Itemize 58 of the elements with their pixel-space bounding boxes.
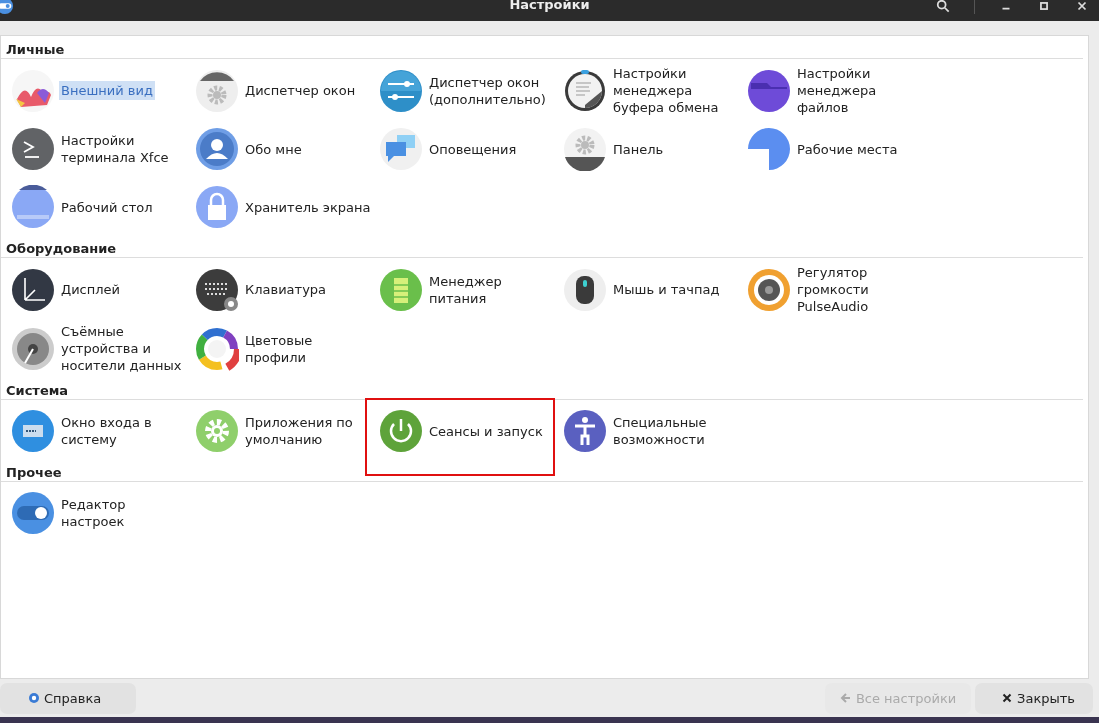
settings-item[interactable]: Сеансы и запуск — [427, 421, 545, 441]
left-arrow-icon — [839, 692, 852, 704]
settings-item[interactable]: Приложения по умолчанию — [243, 413, 377, 449]
keyboard-icon[interactable] — [195, 267, 239, 312]
window-gear-icon[interactable] — [195, 68, 239, 113]
folder-icon[interactable] — [747, 68, 791, 113]
window-title: Настройки — [509, 0, 590, 12]
settings-item[interactable]: Настройки терминала Xfce — [59, 131, 193, 167]
speaker-icon[interactable] — [747, 267, 791, 312]
settings-item[interactable]: Диспетчер окон (дополнительно) — [427, 72, 561, 109]
settings-item[interactable]: Съёмные устройства и носители данных — [59, 322, 193, 375]
settings-item[interactable]: Рабочий стол — [59, 197, 155, 217]
clipboard-icon[interactable] — [563, 68, 607, 113]
maximize-icon[interactable] — [1037, 0, 1051, 13]
mouse-icon[interactable] — [563, 267, 607, 312]
display-icon[interactable] — [11, 267, 55, 312]
settings-item[interactable]: Панель — [611, 139, 666, 159]
color-wheel-icon[interactable] — [195, 326, 239, 371]
palette-icon[interactable] — [11, 68, 55, 113]
settings-item[interactable]: Настройки менеджера файлов — [795, 64, 929, 117]
settings-item[interactable]: Редактор настроек — [59, 495, 193, 531]
section-heading: Оборудование — [1, 239, 1083, 258]
settings-item[interactable]: Окно входа в систему — [59, 413, 193, 449]
help-button[interactable]: Справка — [0, 682, 136, 714]
settings-item[interactable]: Диспетчер окон — [243, 81, 358, 100]
login-window-icon[interactable] — [11, 409, 55, 453]
settings-item[interactable]: Дисплей — [59, 280, 122, 299]
lifebuoy-icon — [28, 692, 40, 704]
power-icon[interactable] — [379, 409, 423, 453]
close-icon[interactable] — [1075, 0, 1089, 13]
gear-icon[interactable] — [563, 127, 607, 171]
settings-item[interactable]: Настройки менеджера буфера обмена — [611, 64, 745, 117]
settings-item[interactable]: Специальные возможности — [611, 413, 745, 449]
settings-item[interactable]: Рабочие места — [795, 139, 900, 159]
section-heading: Прочее — [1, 463, 1083, 482]
person-icon[interactable] — [195, 127, 239, 171]
settings-item[interactable]: Менеджер питания — [427, 271, 561, 308]
settings-item[interactable]: Внешний вид — [59, 81, 155, 100]
close-icon — [1001, 692, 1014, 704]
settings-item[interactable]: Цветовые профили — [243, 330, 377, 367]
sliders-icon[interactable] — [379, 68, 423, 113]
chat-bubbles-icon[interactable] — [379, 127, 423, 171]
settings-item[interactable]: Регулятор громкости PulseAudio — [795, 263, 929, 316]
section-heading: Система — [1, 381, 1083, 400]
desktop-icon[interactable] — [11, 185, 55, 229]
close-button[interactable]: Закрыть — [975, 682, 1093, 714]
settings-item[interactable]: Оповещения — [427, 139, 519, 159]
workspaces-icon[interactable] — [747, 127, 791, 171]
toggle-icon[interactable] — [11, 491, 55, 535]
settings-item[interactable]: Хранитель экрана — [243, 197, 373, 217]
section-heading: Личные — [1, 40, 1083, 59]
settings-item[interactable]: Мышь и тачпад — [611, 280, 722, 299]
terminal-icon[interactable] — [11, 127, 55, 171]
settings-item[interactable]: Клавиатура — [243, 280, 329, 299]
accessibility-icon[interactable] — [563, 409, 607, 453]
disk-icon[interactable] — [11, 326, 55, 371]
settings-item[interactable]: Обо мне — [243, 139, 304, 159]
search-icon[interactable] — [936, 0, 950, 13]
